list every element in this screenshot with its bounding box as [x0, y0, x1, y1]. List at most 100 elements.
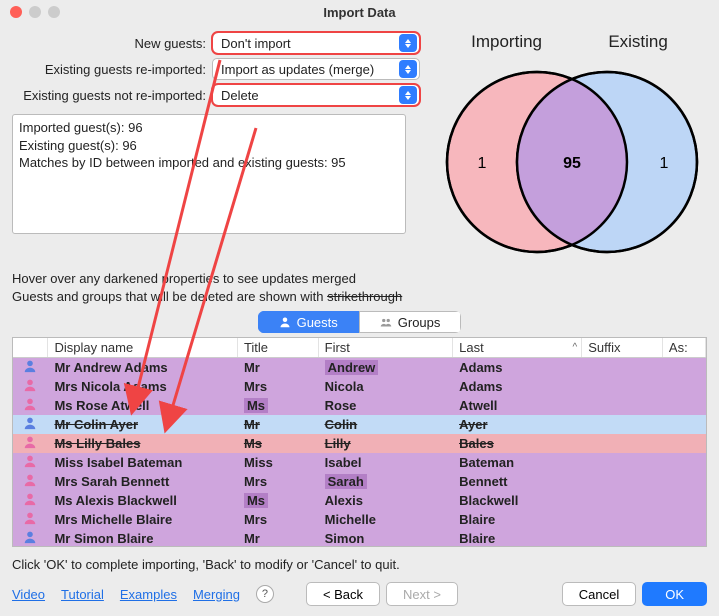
- cell-display: Mr Colin Ayer: [48, 415, 237, 434]
- row-icon-cell: [13, 472, 48, 491]
- stats-line: Matches by ID between imported and exist…: [19, 154, 399, 172]
- chevron-updown-icon: [399, 60, 417, 78]
- chevron-updown-icon: [399, 86, 417, 104]
- cell-first: Andrew: [318, 358, 452, 378]
- cell-display: Mrs Michelle Blaire: [48, 510, 237, 529]
- cancel-button[interactable]: Cancel: [562, 582, 636, 606]
- sort-asc-icon: ^: [573, 342, 578, 353]
- table-row[interactable]: Mrs Michelle BlaireMrsMichelleBlaire: [13, 510, 706, 529]
- venn-existing-only: 1: [660, 155, 669, 172]
- cell-suffix: [582, 510, 663, 529]
- cell-suffix: [582, 529, 663, 547]
- col-display[interactable]: Display name: [48, 338, 237, 358]
- cell-first: Colin: [318, 415, 452, 434]
- cell-last: Atwell: [453, 396, 582, 415]
- cell-ass: [662, 510, 705, 529]
- table-row[interactable]: Mr Andrew AdamsMrAndrewAdams: [13, 358, 706, 378]
- existing-reimported-label: Existing guests re-imported:: [12, 62, 212, 77]
- cell-last: Adams: [453, 377, 582, 396]
- table-row[interactable]: Ms Lilly BalesMsLillyBales: [13, 434, 706, 453]
- table-row[interactable]: Miss Isabel BatemanMissIsabelBateman: [13, 453, 706, 472]
- cell-last: Blackwell: [453, 491, 582, 510]
- table-row[interactable]: Ms Rose AtwellMsRoseAtwell: [13, 396, 706, 415]
- existing-not-reimported-label: Existing guests not re-imported:: [12, 88, 212, 103]
- col-title[interactable]: Title: [237, 338, 318, 358]
- cell-title: Mr: [237, 529, 318, 547]
- cell-display: Miss Isabel Bateman: [48, 453, 237, 472]
- cell-last: Bateman: [453, 453, 582, 472]
- venn-importing-only: 1: [478, 155, 487, 172]
- cell-display: Mr Andrew Adams: [48, 358, 237, 378]
- col-suffix[interactable]: Suffix: [582, 338, 663, 358]
- row-icon-cell: [13, 529, 48, 547]
- cell-suffix: [582, 358, 663, 378]
- footer-note: Click 'OK' to complete importing, 'Back'…: [0, 547, 719, 576]
- group-icon: [380, 316, 392, 328]
- tab-guests[interactable]: Guests: [258, 311, 359, 333]
- segmented-control: Guests Groups: [258, 311, 462, 333]
- cell-ass: [662, 453, 705, 472]
- cell-ass: [662, 491, 705, 510]
- cell-display: Ms Rose Atwell: [48, 396, 237, 415]
- stats-line: Imported guest(s): 96: [19, 119, 399, 137]
- cell-first: Alexis: [318, 491, 452, 510]
- back-button[interactable]: < Back: [306, 582, 380, 606]
- col-icon[interactable]: [13, 338, 48, 358]
- cell-first: Michelle: [318, 510, 452, 529]
- cell-first: Simon: [318, 529, 452, 547]
- new-guests-label: New guests:: [12, 36, 212, 51]
- new-guests-value: Don't import: [221, 36, 291, 51]
- cell-suffix: [582, 377, 663, 396]
- person-icon: [23, 378, 37, 392]
- new-guests-select[interactable]: Don't import: [212, 32, 420, 54]
- table-row[interactable]: Mrs Sarah BennettMrsSarahBennett: [13, 472, 706, 491]
- cell-ass: [662, 415, 705, 434]
- cell-last: Ayer: [453, 415, 582, 434]
- next-button: Next >: [386, 582, 458, 606]
- col-ass[interactable]: As:: [662, 338, 705, 358]
- cell-last: Blaire: [453, 529, 582, 547]
- cell-ass: [662, 472, 705, 491]
- person-icon: [23, 435, 37, 449]
- cell-title: Mr: [237, 358, 318, 378]
- col-first[interactable]: First: [318, 338, 452, 358]
- table-row[interactable]: Mr Simon BlaireMrSimonBlaire: [13, 529, 706, 547]
- video-link[interactable]: Video: [12, 587, 45, 602]
- cell-title: Mrs: [237, 377, 318, 396]
- chevron-updown-icon: [399, 34, 417, 52]
- cell-first: Lilly: [318, 434, 452, 453]
- tutorial-link[interactable]: Tutorial: [61, 587, 104, 602]
- cell-ass: [662, 529, 705, 547]
- cell-ass: [662, 434, 705, 453]
- cell-title: Mr: [237, 415, 318, 434]
- tab-groups[interactable]: Groups: [359, 311, 462, 333]
- table-row[interactable]: Mrs Nicola AdamsMrsNicolaAdams: [13, 377, 706, 396]
- cell-display: Mrs Sarah Bennett: [48, 472, 237, 491]
- person-icon: [23, 359, 37, 373]
- examples-link[interactable]: Examples: [120, 587, 177, 602]
- cell-suffix: [582, 415, 663, 434]
- table-row[interactable]: Ms Alexis BlackwellMsAlexisBlackwell: [13, 491, 706, 510]
- cell-title: Ms: [237, 396, 318, 415]
- cell-suffix: [582, 472, 663, 491]
- table-row[interactable]: Mr Colin AyerMrColinAyer: [13, 415, 706, 434]
- help-button[interactable]: ?: [256, 585, 274, 603]
- cell-title: Mrs: [237, 472, 318, 491]
- ok-button[interactable]: OK: [642, 582, 707, 606]
- existing-reimported-select[interactable]: Import as updates (merge): [212, 58, 420, 80]
- person-icon: [23, 511, 37, 525]
- merging-link[interactable]: Merging: [193, 587, 240, 602]
- person-icon: [279, 316, 291, 328]
- cell-ass: [662, 358, 705, 378]
- person-icon: [23, 454, 37, 468]
- window-title: Import Data: [0, 5, 719, 20]
- row-icon-cell: [13, 434, 48, 453]
- existing-not-reimported-select[interactable]: Delete: [212, 84, 420, 106]
- cell-display: Mrs Nicola Adams: [48, 377, 237, 396]
- cell-first: Rose: [318, 396, 452, 415]
- venn-diagram: 1 95 1: [432, 54, 707, 264]
- cell-suffix: [582, 434, 663, 453]
- existing-reimported-value: Import as updates (merge): [221, 62, 374, 77]
- col-last[interactable]: Last^: [453, 338, 582, 358]
- person-icon: [23, 397, 37, 411]
